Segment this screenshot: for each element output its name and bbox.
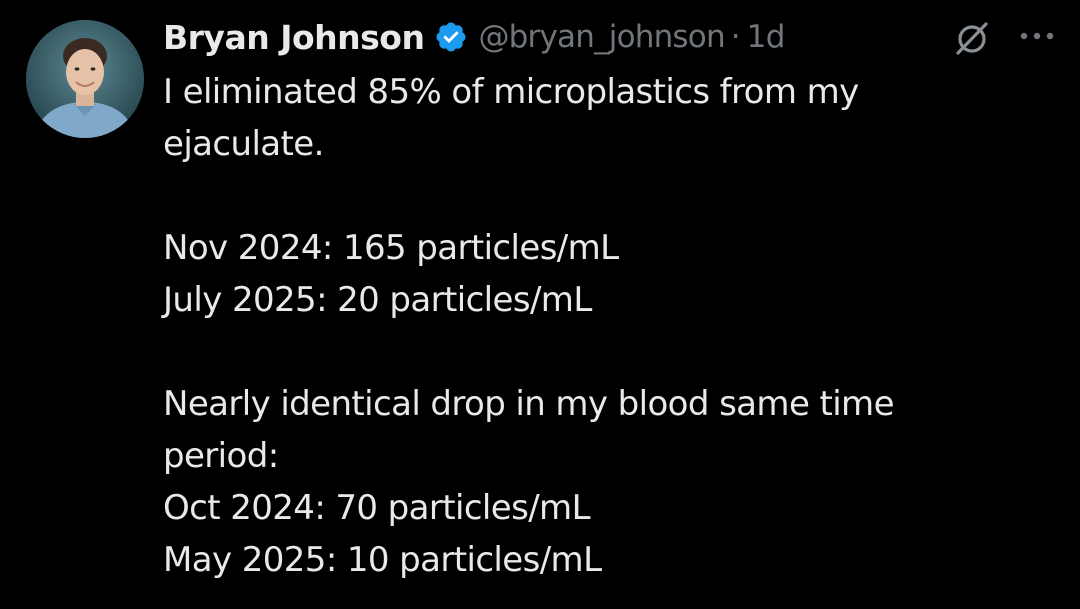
- tweet-content: Bryan Johnson @bryan_johnson · 1d I elim…: [163, 12, 963, 586]
- tweet-line: I eliminated 85% of microplastics from m…: [163, 72, 859, 112]
- tweet-line: ejaculate.: [163, 124, 324, 164]
- tweet-line: Nearly identical drop in my blood same t…: [163, 384, 894, 424]
- tweet-header: Bryan Johnson @bryan_johnson · 1d: [163, 12, 963, 62]
- tweet[interactable]: Bryan Johnson @bryan_johnson · 1d I elim…: [0, 0, 1080, 609]
- author-name[interactable]: Bryan Johnson: [163, 18, 425, 57]
- tweet-timestamp[interactable]: 1d: [747, 19, 786, 55]
- grok-icon[interactable]: [952, 18, 992, 58]
- avatar-image: [26, 20, 144, 138]
- tweet-text: I eliminated 85% of microplastics from m…: [163, 66, 963, 586]
- tweet-line: period:: [163, 436, 279, 476]
- tweet-line: May 2025: 10 particles/mL: [163, 540, 602, 580]
- tweet-line: Oct 2024: 70 particles/mL: [163, 488, 591, 528]
- tweet-line: July 2025: 20 particles/mL: [163, 280, 592, 320]
- author-handle[interactable]: @bryan_johnson: [478, 19, 725, 55]
- separator-dot: ·: [730, 19, 741, 55]
- verified-badge-icon: [436, 22, 466, 52]
- more-options-icon[interactable]: [1016, 22, 1058, 50]
- avatar[interactable]: [26, 20, 144, 138]
- tweet-line: Nov 2024: 165 particles/mL: [163, 228, 619, 268]
